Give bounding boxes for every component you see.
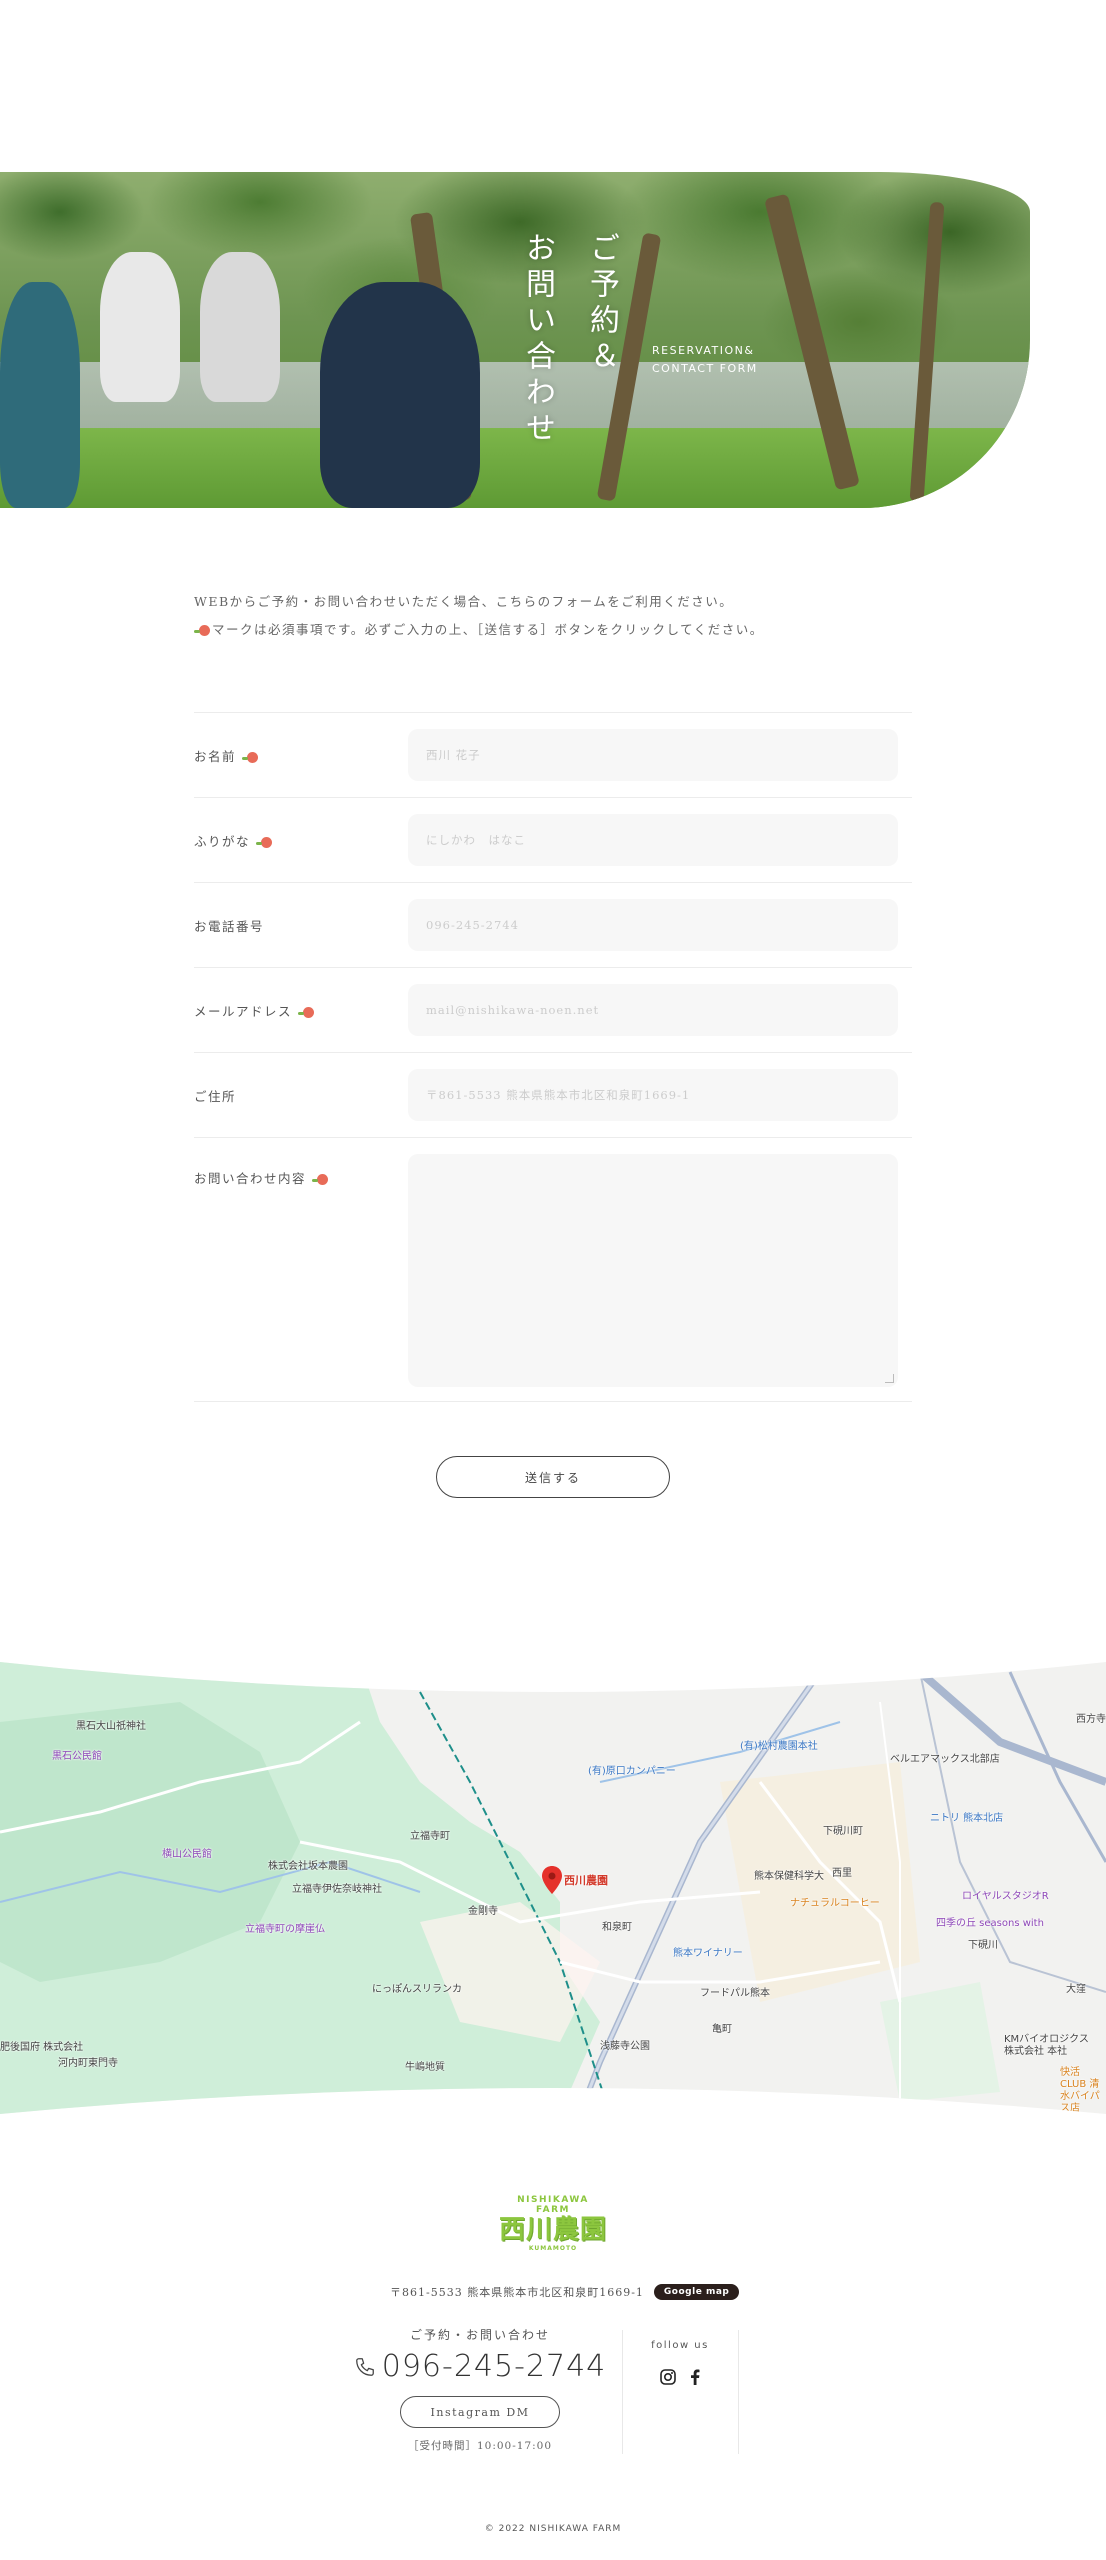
map-label[interactable]: 熊本ワイナリー: [673, 1944, 743, 1959]
instagram-dm-button[interactable]: Instagram DM: [400, 2396, 560, 2428]
contact-form: お名前 西川 花子 ふりがな にしかわ はなこ お電話番号 096-245-27…: [194, 712, 912, 1402]
map-label[interactable]: ベルエアマックス北部店: [890, 1750, 1000, 1765]
field-label: ふりがな: [194, 833, 251, 849]
submit-button[interactable]: 送信する: [436, 1456, 670, 1498]
footer-address: 〒861-5533 熊本県熊本市北区和泉町1669-1 Google map: [390, 2284, 740, 2300]
name-input[interactable]: 西川 花子: [408, 729, 898, 781]
logo-jp: 西川農園: [498, 2215, 607, 2245]
footer-contact: ご予約・お問い合わせ 096-245-2744 Instagram DM ［受付…: [340, 2326, 620, 2453]
form-row-phone: お電話番号 096-245-2744: [194, 882, 912, 967]
field-label-wrap: お問い合わせ内容: [194, 1154, 408, 1187]
map-label[interactable]: 大窪: [1066, 1980, 1086, 1995]
required-mark-icon: [311, 1174, 328, 1185]
required-mark-icon: [194, 625, 210, 636]
map-label[interactable]: 浅藤寺公園: [600, 2037, 650, 2052]
form-row-furigana: ふりがな にしかわ はなこ: [194, 797, 912, 882]
form-row-address: ご住所 〒861-5533 熊本県熊本市北区和泉町1669-1: [194, 1052, 912, 1137]
footer-divider: [738, 2330, 739, 2454]
map-label[interactable]: ニトリ 熊本北店: [930, 1809, 1003, 1824]
facebook-icon[interactable]: [690, 2369, 700, 2385]
map-label[interactable]: 牛嶋地質: [405, 2058, 445, 2073]
map-pin-icon[interactable]: [542, 1866, 562, 1894]
map-label[interactable]: ナチュラルコーヒー: [790, 1894, 880, 1909]
follow-us: follow us: [640, 2340, 720, 2385]
intro-line-2: マークは必須事項です。必ずご入力の上、［送信する］ボタンをクリックしてください。: [212, 622, 764, 637]
contact-title: ご予約・お問い合わせ: [409, 2328, 550, 2342]
person-figure: [320, 282, 480, 508]
map-label[interactable]: 肥後国府 株式会社: [0, 2038, 83, 2053]
field-label-wrap: ふりがな: [194, 831, 408, 850]
field-label-wrap: メールアドレス: [194, 1001, 408, 1020]
field-label-wrap: お電話番号: [194, 916, 408, 935]
field-label-wrap: お名前: [194, 746, 408, 765]
phone-number: 096-245-2744: [381, 2349, 607, 2384]
map-label[interactable]: 快活CLUB 清水バイパス店: [1060, 2067, 1106, 2114]
field-label: お名前: [194, 748, 237, 764]
required-mark-icon: [255, 836, 272, 848]
map-label[interactable]: ロイヤルスタジオR: [962, 1887, 1049, 1902]
hero-subtitle: RESERVATION& CONTACT FORM: [652, 344, 758, 375]
map-label[interactable]: フードパル熊本: [700, 1984, 770, 1999]
map-label[interactable]: 下硯川: [968, 1936, 998, 1951]
footer-divider: [622, 2330, 623, 2454]
map-label[interactable]: 黒石大山祇神社: [76, 1717, 146, 1732]
google-map-button[interactable]: Google map: [653, 2284, 740, 2300]
map-label[interactable]: 四季の丘 seasons with: [936, 1914, 1044, 1929]
furigana-input[interactable]: にしかわ はなこ: [408, 814, 898, 866]
map-label[interactable]: 立福寺町: [410, 1827, 450, 1842]
field-label: ご住所: [194, 1088, 237, 1104]
intro-line-1: WEBからご予約・お問い合わせいただく場合、こちらのフォームをご利用ください。: [194, 594, 734, 609]
hero-banner: ご予約＆ お問い合わせ RESERVATION& CONTACT FORM: [0, 172, 1030, 508]
map-label-farm[interactable]: 西川農園: [564, 1872, 608, 1888]
copyright: © 2022 NISHIKAWA FARM: [484, 2524, 622, 2534]
person-figure: [0, 282, 80, 508]
address-text: 〒861-5533 熊本県熊本市北区和泉町1669-1: [390, 2286, 644, 2299]
logo-en: NISHIKAWA FARM: [517, 2195, 589, 2215]
map-label[interactable]: 和泉町: [602, 1918, 632, 1933]
map-label[interactable]: 株式会社坂本農園: [268, 1857, 348, 1872]
map-label[interactable]: にっぽんスリランカ: [372, 1980, 462, 1995]
address-input[interactable]: 〒861-5533 熊本県熊本市北区和泉町1669-1: [408, 1069, 898, 1121]
map-label[interactable]: 熊本保健科学大: [754, 1867, 824, 1882]
map-label[interactable]: 西方寺: [1076, 1710, 1106, 1725]
field-label-wrap: ご住所: [194, 1086, 408, 1105]
child-figure: [100, 252, 180, 402]
field-label: メールアドレス: [194, 1003, 293, 1019]
phone-link[interactable]: 096-245-2744: [340, 2349, 620, 2384]
form-intro: WEBからご予約・お問い合わせいただく場合、こちらのフォームをご利用ください。 …: [194, 588, 914, 644]
phone-input[interactable]: 096-245-2744: [408, 899, 898, 951]
logo-sub: KUMAMOTO: [528, 2245, 578, 2252]
map-label[interactable]: 立福寺町の摩崖仏: [245, 1920, 325, 1935]
field-label: お問い合わせ内容: [194, 1171, 307, 1186]
map-label[interactable]: KMバイオロジクス株式会社 本社: [1004, 2034, 1094, 2058]
field-label: お電話番号: [194, 918, 265, 934]
business-hours: ［受付時間］10:00-17:00: [407, 2440, 553, 2452]
required-mark-icon: [297, 1006, 314, 1018]
hero-title: ご予約＆ お問い合わせ: [520, 232, 619, 448]
map-label[interactable]: 横山公民館: [162, 1845, 212, 1860]
required-mark-icon: [241, 751, 258, 763]
form-row-message: お問い合わせ内容: [194, 1137, 912, 1402]
map-label[interactable]: 黒石公民館: [52, 1747, 102, 1762]
instagram-icon[interactable]: [660, 2369, 676, 2385]
message-textarea[interactable]: [408, 1154, 898, 1387]
follow-title: follow us: [651, 2340, 709, 2351]
form-row-email: メールアドレス mail@nishikawa-noen.net: [194, 967, 912, 1052]
form-row-name: お名前 西川 花子: [194, 712, 912, 797]
map-label[interactable]: 金剛寺: [468, 1902, 498, 1917]
social-icons: [640, 2369, 720, 2385]
phone-icon: [355, 2357, 374, 2376]
map-label[interactable]: 西里: [832, 1864, 852, 1879]
email-input[interactable]: mail@nishikawa-noen.net: [408, 984, 898, 1036]
map-label[interactable]: (有)松村農園本社: [740, 1737, 818, 1752]
map-label[interactable]: 立福寺伊佐奈岐神社: [292, 1880, 382, 1895]
child-figure: [200, 252, 280, 402]
map-label[interactable]: 下硯川町: [823, 1822, 863, 1837]
map-label[interactable]: (有)原口カンパニー: [588, 1762, 676, 1777]
intro-line-2-wrap: マークは必須事項です。必ずご入力の上、［送信する］ボタンをクリックしてください。: [194, 616, 914, 644]
map-label[interactable]: 河内町東門寺: [58, 2054, 118, 2069]
map-label[interactable]: 亀町: [712, 2020, 732, 2035]
footer-logo[interactable]: NISHIKAWA FARM 西川農園 KUMAMOTO: [498, 2195, 608, 2252]
